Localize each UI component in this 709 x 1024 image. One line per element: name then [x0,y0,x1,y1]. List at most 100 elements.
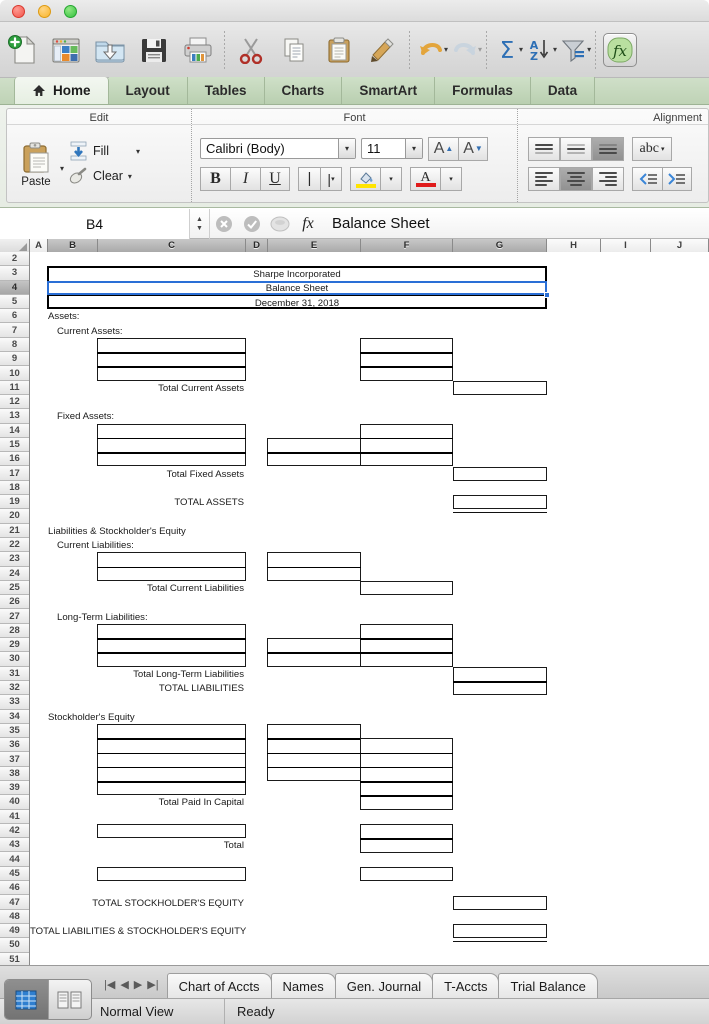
row-header-13[interactable]: 13 [0,409,29,424]
sheet-label-13[interactable]: Total Paid In Capital [30,797,246,809]
row-header-18[interactable]: 18 [0,480,29,496]
row-header-10[interactable]: 10 [0,366,29,381]
row-header-2[interactable]: 2 [0,252,29,267]
entry-box-c-45[interactable] [97,866,246,882]
font-size-select[interactable]: 11 ▾ [361,138,423,159]
row-header-39[interactable]: 39 [0,780,29,796]
borders-button[interactable]: | [298,166,320,191]
format-painter-icon[interactable] [361,22,405,78]
align-left-button[interactable] [528,166,560,191]
formula-builder-icon[interactable]: fx [600,22,640,78]
row-header-48[interactable]: 48 [0,909,29,924]
column-header-h[interactable]: H [547,239,601,252]
row-header-47[interactable]: 47 [0,895,29,910]
sheet-label-11[interactable]: TOTAL LIABILITIES [30,683,246,695]
name-box[interactable]: B4 [0,208,190,239]
column-header-j[interactable]: J [651,239,709,252]
font-size-caret[interactable]: ▾ [405,139,422,158]
entry-box-g-49[interactable] [453,924,547,939]
row-header-34[interactable]: 34 [0,709,29,724]
underline-button[interactable]: U [260,166,290,191]
row-header-22[interactable]: 22 [0,537,29,553]
nav-prev-button[interactable]: ◀ [120,978,128,991]
cancel-icon[interactable] [210,209,238,239]
select-all-corner[interactable] [0,239,30,252]
decrease-indent-button[interactable] [632,166,662,191]
normal-view-button[interactable] [5,980,49,1019]
row-header-28[interactable]: 28 [0,623,29,639]
sheet-tab-trial-balance[interactable]: Trial Balance [498,973,598,998]
minimize-window-button[interactable] [38,5,51,18]
row-header-37[interactable]: 37 [0,752,29,767]
clear-button[interactable]: Clear ▾ [69,166,140,186]
entry-box-c-28[interactable] [97,623,246,667]
sheet-label-4[interactable]: Total Fixed Assets [30,469,246,481]
open-folder-icon[interactable] [88,22,132,78]
entry-box-c-35[interactable] [97,723,246,796]
row-header-8[interactable]: 8 [0,337,29,353]
sheet-label-16[interactable]: TOTAL LIABILITIES & STOCKHOLDER'S EQUITY [30,926,246,938]
page-layout-view-button[interactable] [49,980,92,1019]
column-header-f[interactable]: F [361,239,453,252]
entry-box-g-17[interactable] [453,466,547,481]
font-family-caret[interactable]: ▾ [338,139,355,158]
row-header-23[interactable]: 23 [0,552,29,567]
entry-box-c-8[interactable] [97,337,246,381]
sheet-label-5[interactable]: TOTAL ASSETS [30,497,246,509]
entry-box-f-14[interactable] [360,423,453,467]
row-header-26[interactable]: 26 [0,595,29,610]
align-bottom-button[interactable] [592,136,624,161]
decrease-font-size-button[interactable]: A ▼ [458,136,488,161]
row-header-15[interactable]: 15 [0,437,29,453]
sheet-label-1[interactable]: Current Assets: [57,326,123,338]
column-header-b[interactable]: B [48,239,98,252]
entry-box-g-47[interactable] [453,895,547,910]
column-header-i[interactable]: I [601,239,651,252]
row-header-35[interactable]: 35 [0,723,29,739]
close-window-button[interactable] [12,5,25,18]
tab-layout[interactable]: Layout [108,77,188,104]
confirm-icon[interactable] [238,209,266,239]
row-header-20[interactable]: 20 [0,509,29,524]
entry-box-c-14[interactable] [97,423,246,467]
increase-indent-button[interactable] [662,166,692,191]
row-header-40[interactable]: 40 [0,795,29,810]
fill-color-caret[interactable]: ▾ [380,166,402,191]
font-family-select[interactable]: Calibri (Body) ▾ [200,138,356,159]
template-gallery-icon[interactable] [44,22,88,78]
align-middle-button[interactable] [560,136,592,161]
fill-color-button[interactable] [350,166,380,191]
paste-dropdown-caret[interactable]: ▾ [60,164,64,173]
tab-charts[interactable]: Charts [264,77,343,104]
sheet-nav-buttons[interactable]: |◀ ◀ ▶ ▶| [96,971,167,998]
row-header-5[interactable]: 5 [0,294,29,310]
row-header-16[interactable]: 16 [0,452,29,467]
tab-tables[interactable]: Tables [187,77,265,104]
sheet-label-10[interactable]: Total Long-Term Liabilities [30,669,246,681]
sheet-tab-names[interactable]: Names [270,973,336,998]
align-top-button[interactable] [528,136,560,161]
sheet-label-9[interactable]: Long-Term Liabilities: [57,612,148,624]
borders-dropdown-button[interactable]: | ▾ [320,166,342,191]
sheet-tab-t-accts[interactable]: T-Accts [432,973,500,998]
row-header-21[interactable]: 21 [0,523,29,538]
entry-box-f-36[interactable] [360,738,453,810]
sheet-label-12[interactable]: Stockholder's Equity [48,712,135,724]
clear-dropdown-caret[interactable]: ▾ [128,172,132,181]
increase-font-size-button[interactable]: A ▲ [428,136,458,161]
column-header-c[interactable]: C [98,239,246,252]
row-header-14[interactable]: 14 [0,423,29,438]
row-header-27[interactable]: 27 [0,609,29,624]
copy-icon[interactable] [273,22,317,78]
sheet-label-3[interactable]: Fixed Assets: [57,411,114,423]
row-header-19[interactable]: 19 [0,495,29,510]
row-header-45[interactable]: 45 [0,866,29,882]
entry-box-g-19[interactable] [453,495,547,510]
font-color-caret[interactable]: ▾ [440,166,462,191]
nav-last-button[interactable]: ▶| [147,978,158,991]
formula-builder-button[interactable] [266,209,294,239]
align-right-button[interactable] [592,166,624,191]
entry-box-f-25[interactable] [360,580,453,596]
entry-box-g-11[interactable] [453,380,547,395]
column-header-d[interactable]: D [246,239,268,252]
